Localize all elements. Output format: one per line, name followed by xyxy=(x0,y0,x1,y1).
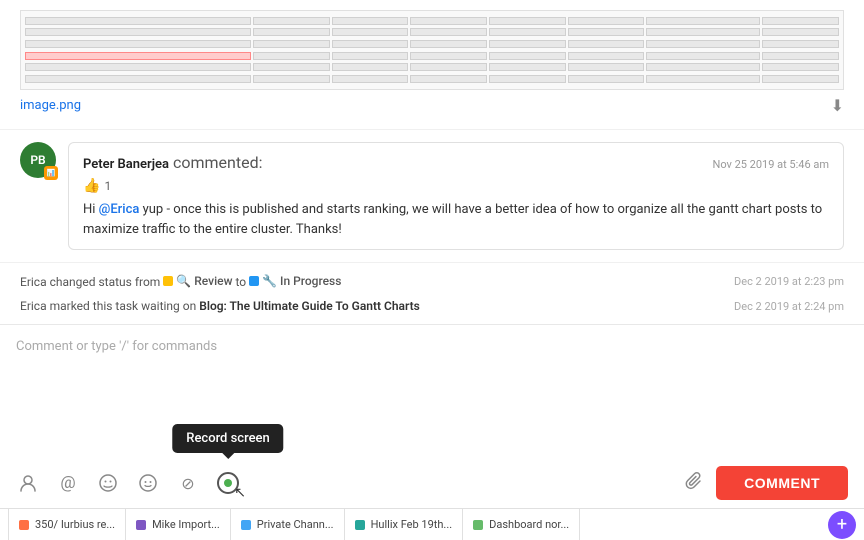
cursor-icon: ↖ xyxy=(234,485,246,501)
taskbar-label-4: Dashboard nor... xyxy=(489,518,569,531)
main-container: image.png ⬇ PB 📊 Peter Banerjea commente… xyxy=(0,0,864,540)
avatar-badge: 📊 xyxy=(44,166,58,180)
attachment-icon[interactable] xyxy=(684,471,704,496)
taskbar-label-3: Hullix Feb 19th... xyxy=(371,518,453,531)
taskbar-dot-1 xyxy=(136,520,146,530)
spreadsheet-preview xyxy=(20,10,844,90)
comment-text: Hi @Erica yup - once this is published a… xyxy=(83,200,829,239)
activity-time-2: Dec 2 2019 at 2:24 pm xyxy=(734,300,844,313)
add-taskbar-button[interactable]: + xyxy=(828,511,856,539)
toolbar-right: COMMENT xyxy=(684,466,848,500)
record-screen-tooltip: Record screen xyxy=(172,424,283,453)
image-section: image.png ⬇ xyxy=(0,0,864,130)
comment-text-post: yup - once this is published and starts … xyxy=(83,202,822,237)
taskbar: 350/ Iurbius re... Mike Import... Privat… xyxy=(0,508,864,540)
person-icon[interactable] xyxy=(16,471,40,495)
toolbar-row: @ ⊘ xyxy=(16,460,848,508)
taskbar-dot-2 xyxy=(241,520,251,530)
status-to: 🔧 In Progress xyxy=(249,274,341,288)
activity-text-2: Erica marked this task waiting on Blog: … xyxy=(20,299,722,313)
like-row: 👍 1 xyxy=(83,178,829,194)
activity-time-1: Dec 2 2019 at 2:23 pm xyxy=(734,275,844,288)
taskbar-item-1[interactable]: Mike Import... xyxy=(126,509,231,540)
taskbar-item-2[interactable]: Private Chann... xyxy=(231,509,345,540)
activity-row-1: Erica changed status from 🔍 Review to 🔧 … xyxy=(20,269,844,294)
activity-section: Erica changed status from 🔍 Review to 🔧 … xyxy=(0,263,864,324)
image-filename-link[interactable]: image.png xyxy=(20,98,81,113)
avatar: PB 📊 xyxy=(20,142,56,178)
like-icon[interactable]: 👍 xyxy=(83,178,100,194)
record-screen-icon[interactable]: ↖ xyxy=(216,471,240,495)
at-icon[interactable]: @ xyxy=(56,471,80,495)
slash-command-icon[interactable]: ⊘ xyxy=(176,471,200,495)
taskbar-dot-0 xyxy=(19,520,29,530)
comment-placeholder[interactable]: Comment or type '/' for commands xyxy=(16,335,848,460)
like-count: 1 xyxy=(104,179,111,193)
taskbar-label-2: Private Chann... xyxy=(257,518,334,531)
taskbar-label-1: Mike Import... xyxy=(152,518,220,531)
taskbar-label-0: 350/ Iurbius re... xyxy=(35,518,115,531)
taskbar-dot-4 xyxy=(473,520,483,530)
record-dot xyxy=(224,479,232,487)
comment-text-pre: Hi xyxy=(83,202,99,217)
comment-section: PB 📊 Peter Banerjea commented: Nov 25 20… xyxy=(0,130,864,263)
commenter-action: commented: xyxy=(173,153,263,172)
status-dot-blue xyxy=(249,276,259,286)
comment-bubble: Peter Banerjea commented: Nov 25 2019 at… xyxy=(68,142,844,250)
taskbar-dot-3 xyxy=(355,520,365,530)
download-icon[interactable]: ⬇ xyxy=(831,96,844,115)
comment-mention[interactable]: @Erica xyxy=(99,202,140,217)
taskbar-item-0[interactable]: 350/ Iurbius re... xyxy=(8,509,126,540)
comment-input-section: Comment or type '/' for commands @ xyxy=(0,324,864,508)
commenter-name: Peter Banerjea xyxy=(83,157,169,172)
status-from: 🔍 Review xyxy=(163,274,232,288)
status-dot-yellow xyxy=(163,276,173,286)
toolbar-icons: @ ⊘ xyxy=(16,471,240,495)
activity-text-1: Erica changed status from 🔍 Review to 🔧 … xyxy=(20,274,722,289)
waiting-link[interactable]: Blog: The Ultimate Guide To Gantt Charts xyxy=(199,299,420,313)
emoji-icon[interactable] xyxy=(136,471,160,495)
taskbar-item-3[interactable]: Hullix Feb 19th... xyxy=(345,509,464,540)
taskbar-item-4[interactable]: Dashboard nor... xyxy=(463,509,580,540)
sticker-icon[interactable] xyxy=(96,471,120,495)
record-screen-container: Record screen ↖ xyxy=(216,471,240,495)
comment-button[interactable]: COMMENT xyxy=(716,466,848,500)
comment-header: Peter Banerjea commented: Nov 25 2019 at… xyxy=(83,153,829,172)
activity-row-2: Erica marked this task waiting on Blog: … xyxy=(20,294,844,318)
comment-timestamp: Nov 25 2019 at 5:46 am xyxy=(712,158,829,171)
